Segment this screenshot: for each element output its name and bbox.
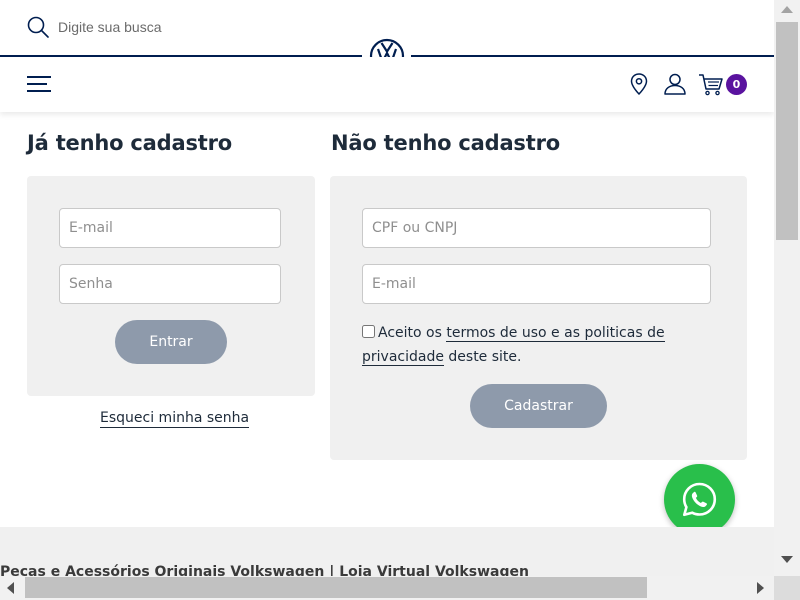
terms-of-use-link[interactable]: termos de uso e as politicas de (446, 325, 665, 342)
page-viewport: 0 Já tenho cadastro Não tenho cadastro E… (0, 0, 774, 576)
scroll-down-arrow-icon[interactable] (781, 556, 793, 563)
footer: Peças e Acessórios Originais Volkswagen … (0, 527, 774, 576)
cart-count-badge[interactable]: 0 (726, 74, 747, 95)
register-button[interactable]: Cadastrar (470, 384, 607, 428)
search-input[interactable] (58, 14, 358, 40)
vertical-scrollbar[interactable] (774, 0, 800, 576)
forgot-password-link[interactable]: Esqueci minha senha (100, 409, 250, 428)
search-icon[interactable] (27, 16, 49, 38)
scroll-left-arrow-icon[interactable] (7, 582, 14, 594)
shopping-cart-icon[interactable] (698, 72, 724, 96)
terms-prefix-text: Aceito os (378, 325, 447, 341)
whatsapp-icon (682, 482, 717, 517)
terms-suffix-text: deste site. (443, 349, 522, 365)
hamburger-menu-icon[interactable] (27, 75, 51, 93)
scrollbar-corner (774, 576, 800, 600)
login-heading: Já tenho cadastro (27, 131, 232, 155)
whatsapp-button[interactable] (664, 464, 735, 535)
vertical-scroll-thumb[interactable] (776, 22, 798, 240)
terms-consent: Aceito os termos de uso e as politicas d… (362, 321, 672, 369)
user-account-icon[interactable] (663, 72, 687, 96)
register-email-field[interactable] (362, 264, 711, 304)
privacy-policy-link[interactable]: privacidade (362, 349, 444, 366)
cpf-cnpj-field[interactable] (362, 208, 711, 248)
login-button[interactable]: Entrar (115, 320, 227, 364)
login-password-field[interactable] (59, 264, 281, 304)
scroll-right-arrow-icon[interactable] (757, 582, 764, 594)
register-heading: Não tenho cadastro (331, 131, 560, 155)
horizontal-scroll-thumb[interactable] (25, 577, 647, 598)
main-nav: 0 (0, 57, 774, 112)
scroll-up-arrow-icon[interactable] (781, 6, 793, 13)
footer-title: Peças e Acessórios Originais Volkswagen … (0, 564, 529, 576)
horizontal-scrollbar[interactable] (0, 576, 774, 600)
location-pin-icon[interactable] (628, 72, 650, 96)
login-email-field[interactable] (59, 208, 281, 248)
terms-checkbox[interactable] (362, 325, 375, 338)
